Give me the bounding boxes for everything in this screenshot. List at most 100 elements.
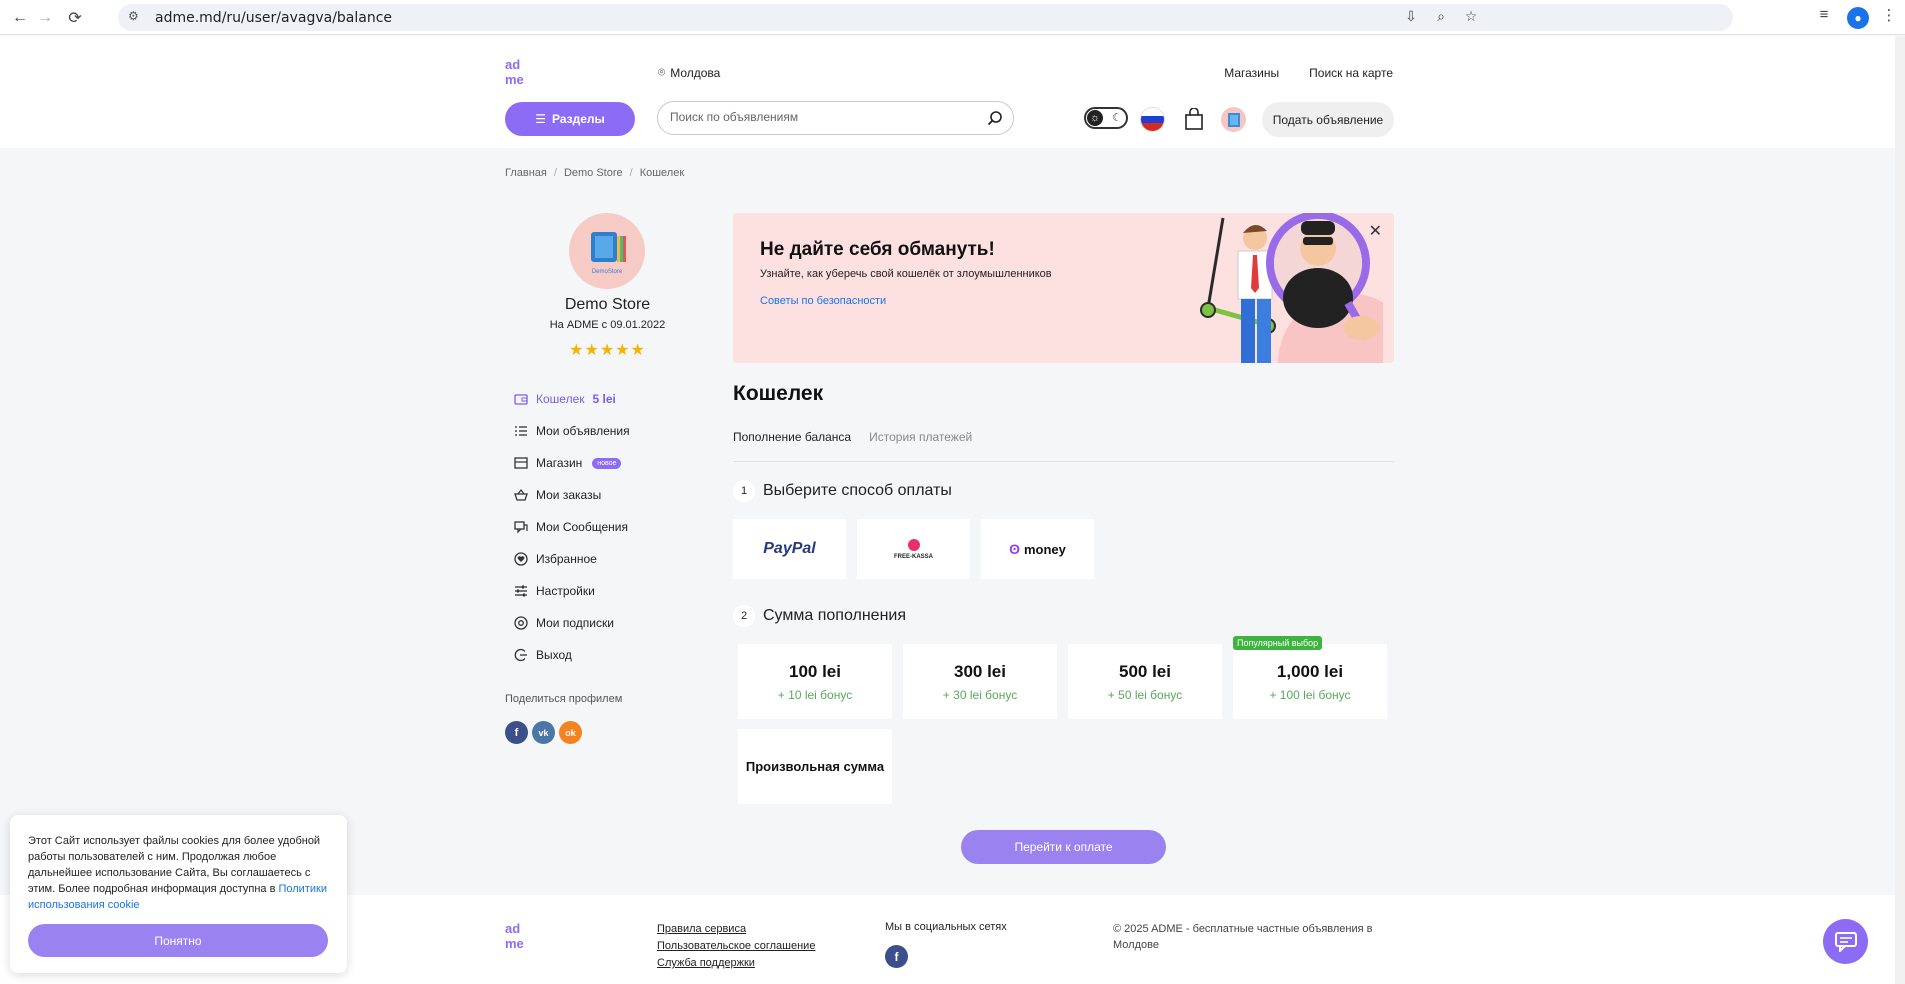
close-banner-icon[interactable]: ✕ bbox=[1369, 221, 1382, 241]
post-ad-button[interactable]: Подать объявление bbox=[1262, 102, 1394, 137]
zoom-icon[interactable]: ⌕ bbox=[1431, 8, 1451, 28]
member-since: На ADME с 09.01.2022 bbox=[549, 319, 666, 331]
sections-label: Разделы bbox=[551, 112, 605, 126]
freekassa-logo: FREE-KASSA bbox=[893, 553, 933, 560]
back-arrow-icon[interactable]: ← bbox=[8, 6, 32, 30]
menu-item-settings[interactable]: Настройки bbox=[514, 575, 704, 607]
install-icon[interactable]: ⇩ bbox=[1401, 8, 1421, 28]
hamburger-icon: ☰ bbox=[535, 112, 546, 126]
menu-label: Избранное bbox=[536, 552, 597, 566]
menu-item-logout[interactable]: Выход bbox=[514, 639, 704, 671]
payment-option-yoomoney[interactable]: ʘ money bbox=[981, 519, 1094, 579]
yoomoney-logo: money bbox=[1023, 541, 1066, 557]
wallet-tabs: Пополнение баланса История платежей bbox=[733, 430, 1394, 462]
menu-item-my-orders[interactable]: Мои заказы bbox=[514, 479, 704, 511]
copyright: © 2025 ADME - бесплатные частные объявле… bbox=[1113, 923, 1373, 951]
amount-option-300[interactable]: 300 lei + 30 lei бонус bbox=[903, 644, 1057, 719]
step-amount: 2 Сумма пополнения bbox=[733, 605, 906, 627]
vk-icon[interactable]: vk bbox=[532, 721, 555, 744]
footer-link-agreement[interactable]: Пользовательское соглашение bbox=[657, 940, 815, 952]
freekassa-flower-icon bbox=[907, 538, 920, 551]
facebook-icon[interactable]: f bbox=[505, 721, 528, 744]
payment-option-paypal[interactable]: PayPal bbox=[733, 519, 846, 579]
payment-option-freekassa[interactable]: FREE-KASSA bbox=[857, 519, 970, 579]
social-label: Мы в социальных сетях bbox=[885, 921, 1007, 933]
site-settings-icon[interactable]: ⚙ bbox=[128, 9, 144, 25]
sliders-icon bbox=[515, 585, 527, 597]
amount-option-1000[interactable]: Популярный выбор 1,000 lei + 100 lei бон… bbox=[1233, 636, 1387, 719]
yoomoney-icon: ʘ bbox=[1009, 541, 1020, 557]
menu-item-my-messages[interactable]: Мои Сообщения bbox=[514, 511, 704, 543]
tab-top-up[interactable]: Пополнение баланса bbox=[733, 430, 851, 461]
menu-item-favorites[interactable]: Избранное bbox=[514, 543, 704, 575]
language-flag-ru[interactable] bbox=[1140, 107, 1165, 132]
menu-item-store[interactable]: Магазин новое bbox=[514, 447, 704, 479]
step-label: Выберите способ оплаты bbox=[763, 482, 952, 499]
nav-link-map-search[interactable]: Поиск на карте bbox=[1309, 66, 1393, 80]
theme-toggle[interactable]: ☼ ☾ bbox=[1084, 107, 1128, 129]
svg-text:me: me bbox=[505, 936, 524, 951]
browser-toolbar: ← → ⟳ ⚙ adme.md/ru/user/avagva/balance ⇩… bbox=[0, 0, 1905, 35]
top-nav: Магазины Поиск на карте bbox=[1224, 66, 1393, 80]
breadcrumb-home[interactable]: Главная bbox=[505, 167, 547, 179]
nav-link-stores[interactable]: Магазины bbox=[1224, 66, 1279, 80]
location-selector[interactable]: ⌾ Молдова bbox=[658, 65, 720, 80]
tab-payment-history[interactable]: История платежей bbox=[869, 430, 972, 461]
footer-logo[interactable]: ad me bbox=[505, 921, 529, 954]
cookie-accept-button[interactable]: Понятно bbox=[28, 924, 328, 957]
amount-value: 300 lei bbox=[954, 662, 1006, 681]
sections-button[interactable]: ☰ Разделы bbox=[505, 102, 635, 136]
forward-arrow-icon[interactable]: → bbox=[33, 6, 57, 30]
breadcrumb-store[interactable]: Demo Store bbox=[564, 167, 623, 179]
moon-icon: ☾ bbox=[1112, 112, 1122, 124]
cookie-text: Этот Сайт использует файлы cookies для б… bbox=[28, 833, 338, 913]
chat-button[interactable] bbox=[1823, 919, 1868, 964]
share-buttons: f vk ok bbox=[505, 721, 582, 744]
amount-option-custom[interactable]: Произвольная сумма bbox=[738, 729, 892, 804]
footer-links: Правила сервиса Пользовательское соглаше… bbox=[657, 923, 815, 969]
custom-amount-label: Произвольная сумма bbox=[745, 759, 885, 774]
menu-label: Мои Сообщения bbox=[536, 520, 628, 534]
banner-subtitle: Узнайте, как уберечь свой кошелёк от зло… bbox=[760, 268, 1052, 280]
reload-icon[interactable]: ⟳ bbox=[63, 6, 87, 30]
page-scrollbar[interactable] bbox=[1895, 36, 1905, 984]
bookmark-star-icon[interactable]: ☆ bbox=[1461, 8, 1481, 28]
new-badge: новое bbox=[592, 457, 622, 469]
footer-link-rules[interactable]: Правила сервиса bbox=[657, 923, 815, 935]
search-box bbox=[657, 101, 1014, 135]
at-sign-icon bbox=[514, 616, 528, 630]
security-tips-link[interactable]: Советы по безопасности bbox=[760, 295, 886, 307]
footer-link-support[interactable]: Служба поддержки bbox=[657, 957, 815, 969]
breadcrumb-current: Кошелек bbox=[639, 167, 685, 179]
amount-option-500[interactable]: 500 lei + 50 lei бонус bbox=[1068, 644, 1222, 719]
footer-facebook-icon[interactable]: f bbox=[885, 945, 908, 968]
menu-label: Мои объявления bbox=[536, 424, 630, 438]
amount-option-100[interactable]: 100 lei + 10 lei бонус bbox=[738, 644, 892, 719]
basket-icon bbox=[514, 489, 528, 501]
browser-profile-icon[interactable]: ● bbox=[1847, 7, 1869, 29]
site-header: ad me ⌾ Молдова Магазины Поиск на карте … bbox=[0, 36, 1905, 148]
share-profile-label: Поделиться профилем bbox=[505, 693, 623, 705]
menu-label: Кошелек bbox=[536, 392, 585, 406]
browser-menu-icon[interactable]: ⋮ bbox=[1877, 6, 1901, 30]
step-number: 2 bbox=[733, 605, 755, 627]
list-icon bbox=[515, 426, 527, 436]
odnoklassniki-icon[interactable]: ok bbox=[559, 721, 582, 744]
search-icon[interactable] bbox=[987, 110, 1003, 126]
adme-logo[interactable]: ad me bbox=[505, 57, 529, 87]
menu-item-my-ads[interactable]: Мои объявления bbox=[514, 415, 704, 447]
menu-item-wallet[interactable]: Кошелек 5 lei bbox=[514, 383, 704, 415]
user-avatar[interactable] bbox=[1221, 107, 1246, 132]
amount-bonus: + 50 lei бонус bbox=[1107, 688, 1183, 702]
shopping-bag-icon[interactable] bbox=[1184, 108, 1204, 130]
address-bar[interactable]: ⚙ adme.md/ru/user/avagva/balance ⇩ ⌕ ☆ bbox=[118, 4, 1733, 31]
cookie-notice: Этот Сайт использует файлы cookies для б… bbox=[10, 815, 347, 973]
media-queue-icon[interactable]: ≡ bbox=[1812, 6, 1836, 30]
proceed-to-payment-button[interactable]: Перейти к оплате bbox=[961, 830, 1166, 864]
menu-label: Настройки bbox=[536, 584, 595, 598]
search-input[interactable] bbox=[670, 110, 970, 124]
amount-bonus: + 30 lei бонус bbox=[942, 688, 1018, 702]
store-name: Demo Store bbox=[564, 296, 651, 313]
menu-item-subscriptions[interactable]: Мои подписки bbox=[514, 607, 704, 639]
paypal-logo: PayPal bbox=[763, 540, 816, 557]
